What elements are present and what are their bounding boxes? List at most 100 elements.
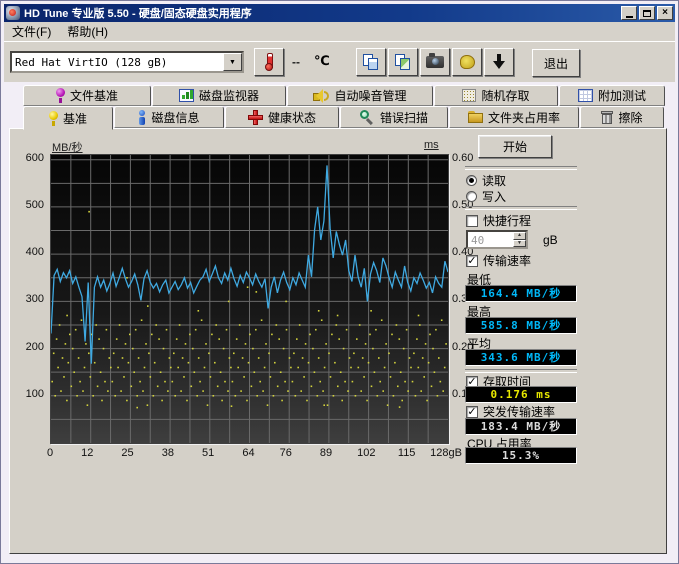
window-title: HD Tune 专业版 5.50 - 硬盘/固态硬盘实用程序 <box>24 5 252 21</box>
tab-aam[interactable]: 自动噪音管理 <box>287 85 433 106</box>
burst-rate-display: 183.4 MB/秒 <box>465 418 577 435</box>
spin-up-icon[interactable]: ▲ <box>513 232 526 240</box>
tab-row-primary: 基准 磁盘信息 健康状态 错误扫描 文件夹占用率 擦除 <box>23 106 665 128</box>
bar-chart-icon <box>179 89 194 102</box>
thermometer-icon <box>265 53 273 71</box>
transfer-rate-checkbox[interactable]: 传输速率 <box>466 252 531 269</box>
left-axis-title: MB/秒 <box>52 139 83 155</box>
tab-file-benchmark[interactable]: 文件基准 <box>23 85 151 106</box>
short-stroke-unit: gB <box>543 233 558 247</box>
tab-disk-info[interactable]: 磁盘信息 <box>114 106 224 128</box>
min-value-display: 164.4 MB/秒 <box>465 285 577 302</box>
axis-tick-label: 76 <box>272 447 300 459</box>
read-label: 读取 <box>482 172 506 189</box>
short-stroke-stepper[interactable]: 40 ▲▼ <box>466 230 528 249</box>
maximize-icon <box>643 10 651 17</box>
menu-file[interactable]: 文件(F) <box>4 21 59 42</box>
hand-button[interactable] <box>452 48 482 76</box>
plot-frame <box>50 154 449 444</box>
avg-value-display: 343.6 MB/秒 <box>465 349 577 366</box>
checkbox-icon <box>466 406 478 418</box>
tab-label: 随机存取 <box>481 87 529 104</box>
tab-error-scan[interactable]: 错误扫描 <box>340 106 448 128</box>
tab-label: 磁盘信息 <box>151 109 199 126</box>
tab-disk-monitor[interactable]: 磁盘监视器 <box>152 85 286 106</box>
axis-tick-label: 89 <box>312 447 340 459</box>
tab-random-access[interactable]: 随机存取 <box>434 85 558 106</box>
info-icon <box>138 110 146 125</box>
screenshot-button[interactable] <box>420 48 450 76</box>
checkbox-icon <box>466 215 478 227</box>
tab-label: 自动噪音管理 <box>334 87 406 104</box>
tab-erase[interactable]: 擦除 <box>580 106 664 128</box>
exit-label: 退出 <box>544 55 568 72</box>
separator <box>465 166 577 170</box>
download-button[interactable] <box>484 48 514 76</box>
temperature-button[interactable] <box>254 48 284 76</box>
tab-label: 错误扫描 <box>380 109 428 126</box>
axis-tick-label: 12 <box>73 447 101 459</box>
menu-help[interactable]: 帮助(H) <box>59 21 116 42</box>
axis-tick-label: 0 <box>36 447 64 459</box>
speaker-icon <box>313 89 329 103</box>
copy-icon <box>363 54 379 70</box>
start-button[interactable]: 开始 <box>478 135 552 158</box>
short-stroke-label: 快捷行程 <box>483 212 531 229</box>
menubar: 文件(F) 帮助(H) <box>4 22 675 41</box>
radio-icon <box>466 191 477 202</box>
short-stroke-value: 40 <box>468 232 513 247</box>
axis-tick-label: 400 <box>10 246 44 258</box>
tab-extra-tests[interactable]: 附加测试 <box>559 85 665 106</box>
drive-select-value: Red Hat VirtIO (128 gB) <box>12 56 223 69</box>
tab-health[interactable]: 健康状态 <box>225 106 339 128</box>
camera-icon <box>426 56 444 68</box>
copy-image-icon <box>395 54 411 70</box>
toolbar: Red Hat VirtIO (128 gB) ▼ -- ℃ <box>4 41 675 82</box>
axis-tick-label: 300 <box>10 293 44 305</box>
axis-tick-label: 100 <box>10 388 44 400</box>
hdtune-window: HD Tune 专业版 5.50 - 硬盘/固态硬盘实用程序 × 文件(F) 帮… <box>0 0 679 564</box>
tab-label: 附加测试 <box>598 87 646 104</box>
tab-label: 磁盘监视器 <box>199 87 259 104</box>
trash-icon <box>601 110 613 125</box>
axis-tick-label: 64 <box>235 447 263 459</box>
benchmark-plot <box>51 155 448 443</box>
tab-label: 擦除 <box>618 109 642 126</box>
write-radio[interactable]: 写入 <box>466 188 506 205</box>
read-radio[interactable]: 读取 <box>466 172 506 189</box>
axis-tick-label: 128gB <box>423 447 469 459</box>
transfer-rate-label: 传输速率 <box>483 252 531 269</box>
file-benchmark-icon <box>56 88 65 103</box>
axis-tick-label: 102 <box>352 447 380 459</box>
minimize-button[interactable] <box>621 6 637 20</box>
right-axis-title: ms <box>424 139 439 151</box>
axis-tick-label: 51 <box>194 447 222 459</box>
spin-down-icon[interactable]: ▼ <box>513 240 526 248</box>
exit-button[interactable]: 退出 <box>532 49 580 77</box>
magnifier-icon <box>360 110 375 125</box>
down-arrow-icon <box>493 54 505 70</box>
access-time-display: 0.176 ms <box>465 386 577 403</box>
axis-tick-label: 115 <box>393 447 421 459</box>
tab-row-secondary: 文件基准 磁盘监视器 自动噪音管理 随机存取 附加测试 <box>23 85 666 106</box>
short-stroke-checkbox[interactable]: 快捷行程 <box>466 212 531 229</box>
drive-select[interactable]: Red Hat VirtIO (128 gB) ▼ <box>10 51 244 73</box>
close-button[interactable]: × <box>657 6 673 20</box>
titlebar[interactable]: HD Tune 专业版 5.50 - 硬盘/固态硬盘实用程序 × <box>4 4 675 22</box>
screen: HD Tune 专业版 5.50 - 硬盘/固态硬盘实用程序 × 文件(F) 帮… <box>0 0 679 564</box>
benchmark-icon <box>49 111 58 126</box>
tab-benchmark[interactable]: 基准 <box>23 106 113 130</box>
chevron-down-icon[interactable]: ▼ <box>223 53 242 71</box>
minimize-icon <box>626 16 633 18</box>
app-icon <box>6 6 20 20</box>
axis-tick-label: 0.60 <box>452 152 473 164</box>
tab-label: 健康状态 <box>268 109 316 126</box>
copy-image-button[interactable] <box>388 48 418 76</box>
tab-folder-usage[interactable]: 文件夹占用率 <box>449 106 579 128</box>
start-label: 开始 <box>503 138 527 155</box>
cpu-usage-display: 15.3% <box>465 447 577 464</box>
maximize-button[interactable] <box>639 6 655 20</box>
copy-text-button[interactable] <box>356 48 386 76</box>
radio-icon <box>466 175 477 186</box>
tab-label: 基准 <box>63 110 87 127</box>
